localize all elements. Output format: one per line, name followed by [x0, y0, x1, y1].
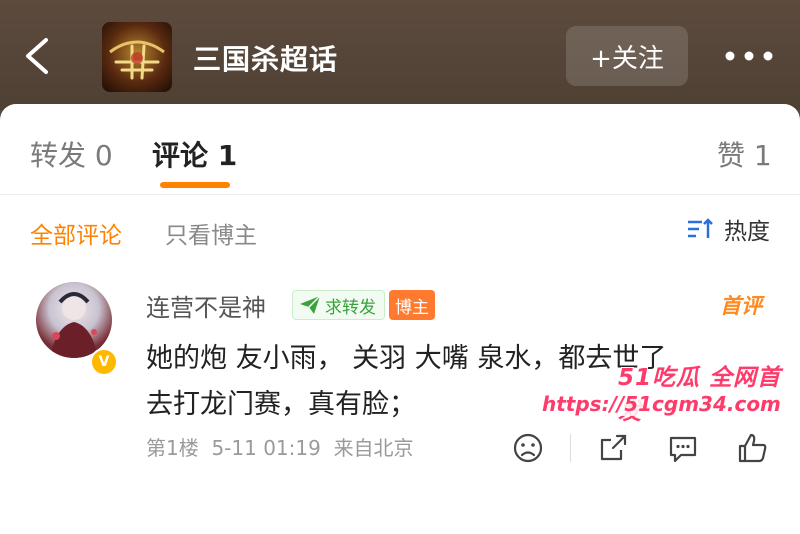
thumbs-up-icon[interactable]	[735, 430, 771, 466]
paper-plane-icon	[300, 295, 321, 314]
share-icon[interactable]	[595, 430, 631, 466]
comments-sheet: 转发 0 评论 1 赞 1 全部评论 只看博主 热度 V 连营不是神 求转发 博…	[0, 104, 800, 534]
topic-header: 三国杀超话 +关注	[0, 0, 800, 110]
comment-actions	[510, 430, 771, 466]
comment-floor: 第1楼	[146, 436, 199, 460]
owner-badge: 博主	[389, 290, 435, 320]
comment-datetime: 5-11 01:19	[211, 436, 321, 460]
sad-face-icon[interactable]	[510, 430, 546, 466]
action-divider	[570, 434, 571, 462]
watermark-url: https://51cgm34.com	[538, 392, 785, 416]
tab-likes[interactable]: 赞 1	[717, 134, 772, 174]
follow-button[interactable]: +关注	[566, 26, 688, 86]
repost-request-tag[interactable]: 求转发	[292, 290, 385, 320]
sort-button[interactable]: 热度	[686, 214, 770, 245]
comment-meta: 第1楼 5-11 01:19 来自北京	[146, 432, 414, 461]
filter-owner-only[interactable]: 只看博主	[165, 216, 257, 250]
first-comment-badge: 首评	[720, 294, 762, 318]
ellipsis-icon	[725, 51, 773, 61]
user-avatar-image	[50, 292, 98, 358]
chevron-left-icon	[26, 38, 48, 74]
verified-badge: V	[90, 348, 118, 376]
tab-bar: 转发 0 评论 1 赞 1	[0, 104, 800, 195]
more-button[interactable]	[722, 42, 776, 70]
topic-title: 三国杀超话	[193, 43, 339, 76]
active-tab-indicator	[160, 182, 230, 188]
game-logo-icon	[109, 40, 165, 80]
sort-icon	[688, 218, 713, 238]
topic-logo[interactable]	[102, 22, 172, 92]
comment-username[interactable]: 连营不是神	[146, 288, 266, 323]
tab-comments[interactable]: 评论 1	[152, 134, 237, 174]
filter-all-comments[interactable]: 全部评论	[30, 216, 122, 250]
tab-reposts[interactable]: 转发 0	[30, 134, 113, 174]
avatar[interactable]	[36, 282, 112, 358]
comment-icon[interactable]	[665, 430, 701, 466]
comment-location: 来自北京	[333, 436, 414, 460]
sort-label: 热度	[724, 219, 770, 245]
back-button[interactable]	[20, 36, 60, 76]
repost-request-label: 求转发	[325, 297, 376, 318]
